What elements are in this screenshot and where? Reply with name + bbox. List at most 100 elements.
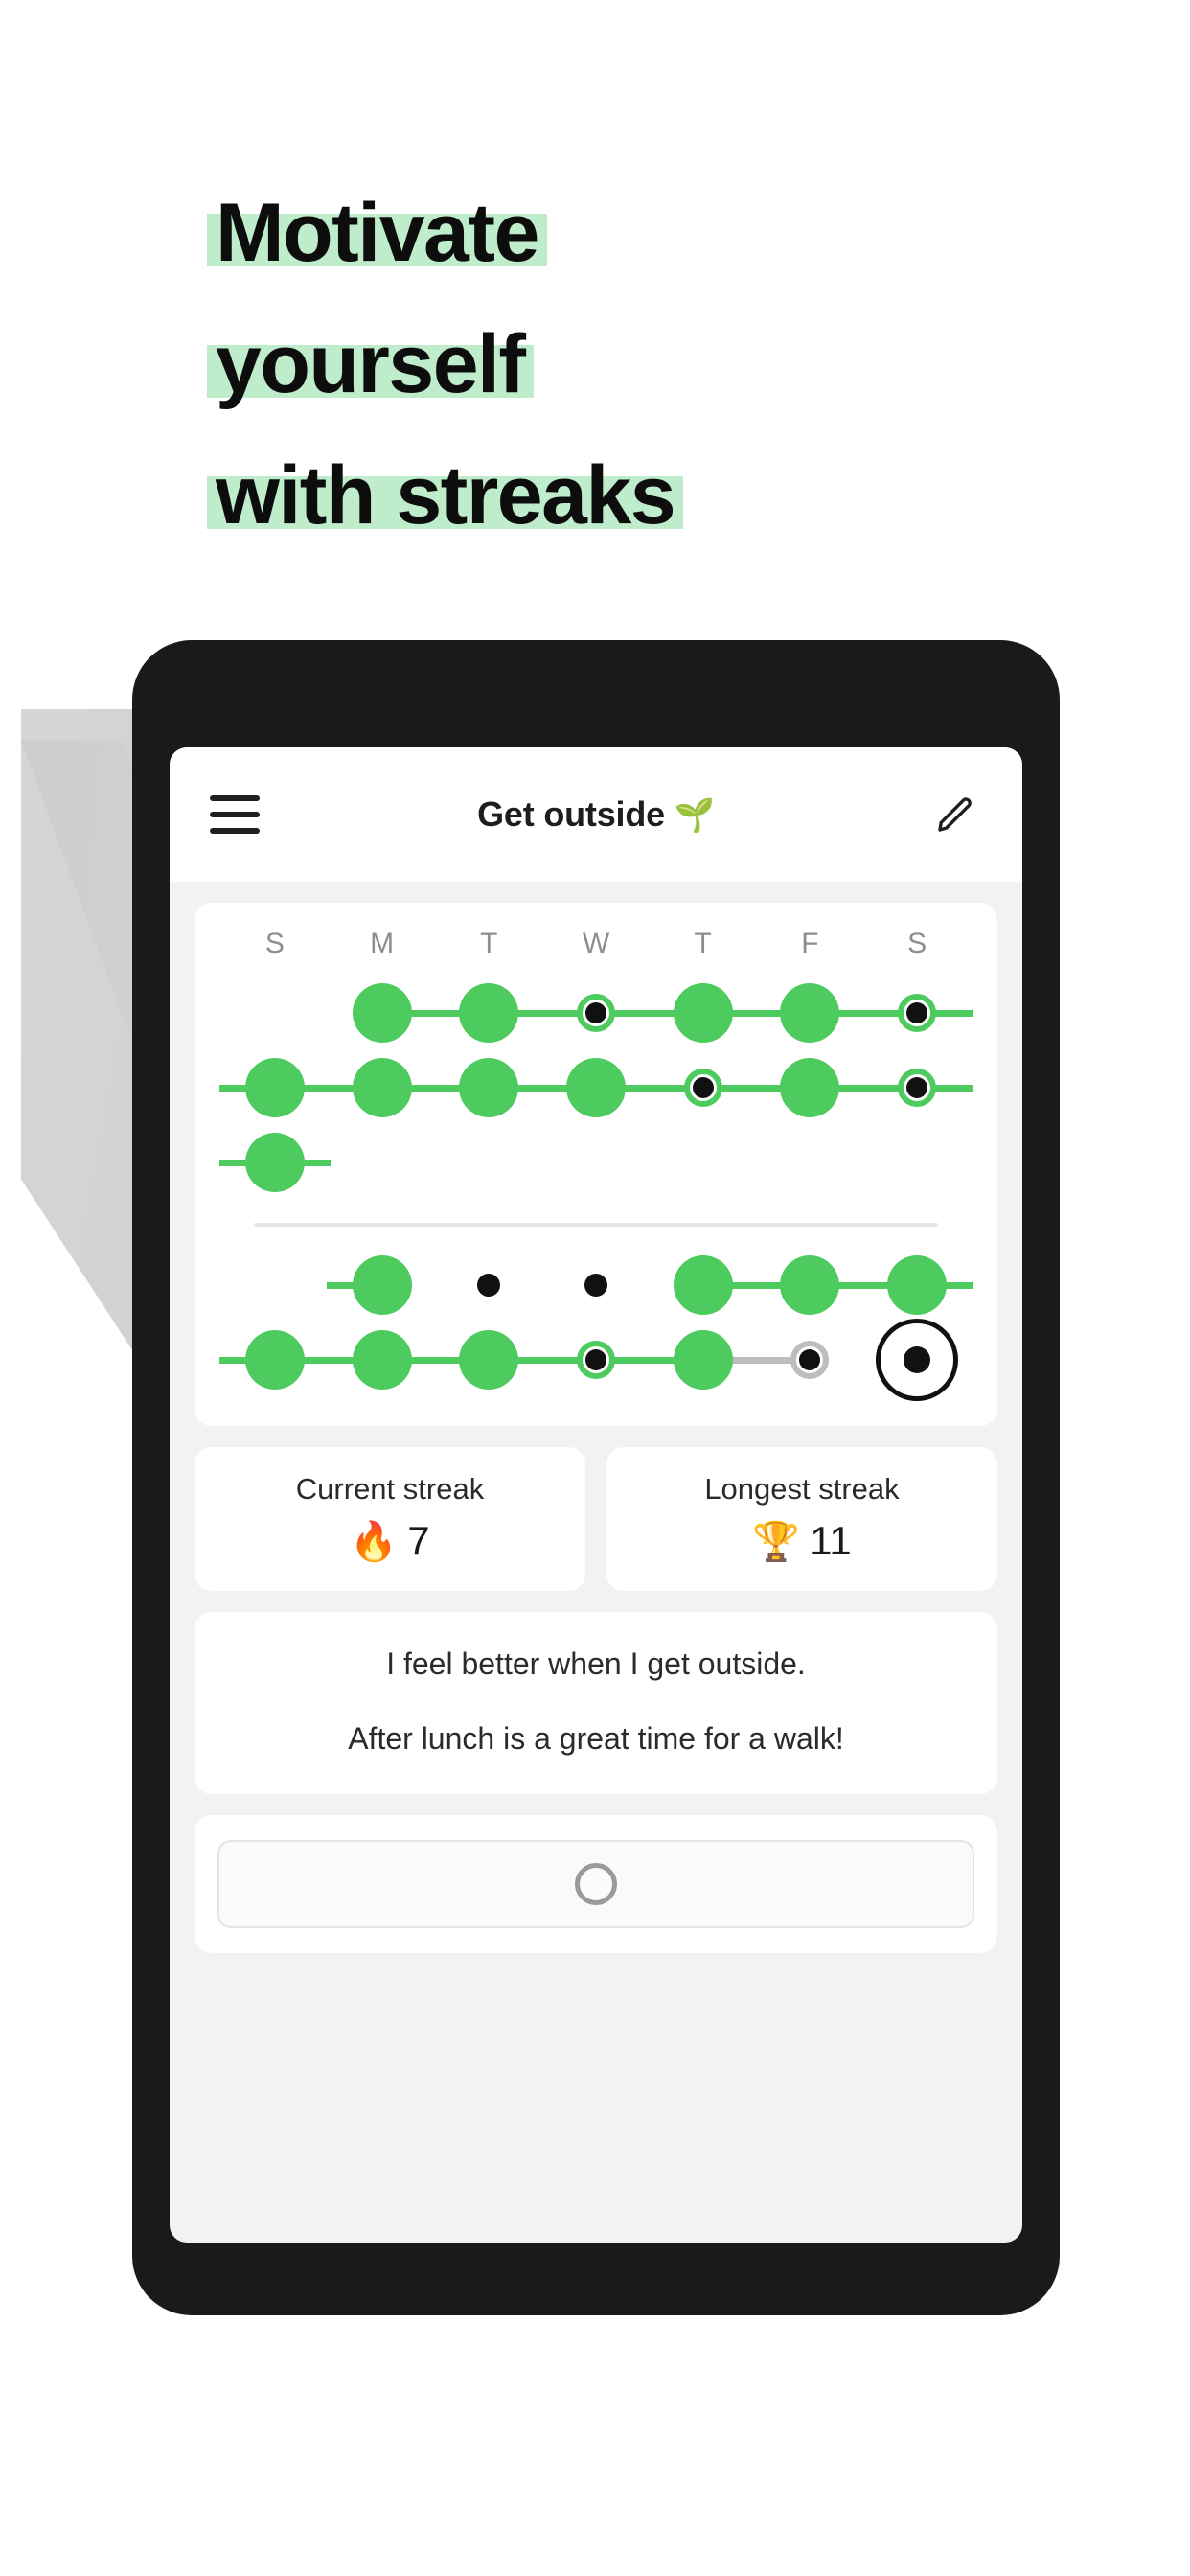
habit-day-cell[interactable] <box>542 1248 650 1322</box>
day-completed-dot[interactable] <box>780 1058 840 1117</box>
current-streak-label: Current streak <box>295 1472 485 1506</box>
habit-week-row <box>219 1125 971 1200</box>
habit-rows-bottom <box>219 1248 973 1401</box>
habit-day-cell[interactable] <box>754 976 866 1050</box>
seedling-icon: 🌱 <box>674 797 715 834</box>
trophy-icon: 🏆 <box>752 1520 801 1563</box>
day-missed-dot[interactable] <box>790 1341 830 1379</box>
notes-card: I feel better when I get outside. After … <box>195 1612 997 1794</box>
habit-day-cell[interactable] <box>647 1050 759 1125</box>
habit-day-cell[interactable] <box>861 1248 973 1322</box>
day-completed-dot[interactable] <box>459 1058 519 1117</box>
today-checkin-dot[interactable] <box>876 1319 959 1401</box>
phone-screen: Get outside 🌱 S M T W T F S Current stre… <box>170 748 1022 2242</box>
day-partial-dot[interactable] <box>898 994 937 1032</box>
habit-week-row <box>219 1050 973 1125</box>
day-unchecked-dot[interactable] <box>584 1274 607 1297</box>
habit-day-cell[interactable] <box>754 1050 866 1125</box>
longest-streak-card: Longest streak 🏆 11 <box>606 1447 997 1591</box>
headline-line-1: Motivate <box>207 168 1075 299</box>
pencil-edit-icon[interactable] <box>928 788 982 841</box>
habit-day-cell[interactable] <box>435 1248 542 1322</box>
day-partial-dot[interactable] <box>576 1341 615 1379</box>
weekday-header: S M T W T F S <box>221 928 971 960</box>
habit-day-cell[interactable] <box>326 1050 438 1125</box>
day-completed-dot[interactable] <box>673 983 733 1043</box>
app-bar: Get outside 🌱 <box>170 748 1022 882</box>
habit-day-cell <box>221 1248 329 1322</box>
habit-grid-card: S M T W T F S <box>195 903 997 1426</box>
longest-streak-value: 🏆 11 <box>606 1518 997 1564</box>
habit-day-cell[interactable] <box>433 976 545 1050</box>
habit-day-cell[interactable] <box>433 1050 545 1125</box>
day-partial-dot[interactable] <box>898 1069 937 1107</box>
current-streak-value: 🔥 7 <box>195 1518 585 1564</box>
weekday-label: T <box>694 928 712 959</box>
habit-day-cell[interactable] <box>754 1322 864 1397</box>
habit-day-cell[interactable] <box>329 976 438 1050</box>
habit-day-cell[interactable] <box>754 1248 866 1322</box>
day-completed-dot[interactable] <box>352 1255 412 1315</box>
marketing-headline: Motivate yourself with streaks <box>206 168 1075 562</box>
checkin-card <box>195 1815 997 1953</box>
fire-icon: 🔥 <box>350 1520 399 1563</box>
checkin-button[interactable] <box>217 1840 974 1928</box>
habit-day-cell[interactable] <box>219 1050 331 1125</box>
habit-day-cell <box>221 976 329 1050</box>
habit-day-cell[interactable] <box>861 976 973 1050</box>
habit-day-cell <box>435 1125 542 1200</box>
habit-day-cell[interactable] <box>861 1050 973 1125</box>
day-completed-dot[interactable] <box>244 1058 305 1117</box>
day-completed-dot[interactable] <box>459 1330 519 1390</box>
habit-day-cell[interactable] <box>647 1322 759 1397</box>
day-completed-dot[interactable] <box>352 1330 412 1390</box>
day-partial-dot[interactable] <box>576 994 615 1032</box>
weekday-label: M <box>370 928 395 959</box>
current-streak-card: Current streak 🔥 7 <box>195 1447 585 1591</box>
day-completed-dot[interactable] <box>887 1255 948 1315</box>
weekday-label: S <box>907 928 927 959</box>
day-completed-dot[interactable] <box>459 983 519 1043</box>
habit-day-cell[interactable] <box>647 976 759 1050</box>
grid-divider <box>254 1223 938 1227</box>
habit-day-cell <box>757 1125 864 1200</box>
habit-day-cell[interactable] <box>540 1322 652 1397</box>
habit-day-cell[interactable] <box>326 1248 436 1322</box>
longest-streak-number: 11 <box>810 1518 852 1563</box>
day-unchecked-dot[interactable] <box>477 1274 501 1297</box>
headline-line-3: with streaks <box>206 430 1075 562</box>
habit-day-cell <box>650 1125 757 1200</box>
day-completed-dot[interactable] <box>352 1058 412 1117</box>
habit-day-cell[interactable] <box>219 1322 331 1397</box>
note-line: After lunch is a great time for a walk! <box>348 1721 844 1756</box>
day-partial-dot[interactable] <box>683 1069 722 1107</box>
habit-day-cell <box>863 1125 971 1200</box>
day-completed-dot[interactable] <box>565 1058 626 1117</box>
streak-cards: Current streak 🔥 7 Longest streak 🏆 11 <box>195 1447 997 1591</box>
weekday-label: T <box>480 928 498 959</box>
day-completed-dot[interactable] <box>244 1330 305 1390</box>
habit-day-cell[interactable] <box>650 1248 759 1322</box>
day-completed-dot[interactable] <box>780 1255 840 1315</box>
habit-day-cell[interactable] <box>863 1319 971 1401</box>
day-completed-dot[interactable] <box>673 1255 733 1315</box>
habit-day-cell[interactable] <box>540 1050 652 1125</box>
weekday-label: W <box>582 928 610 959</box>
day-completed-dot[interactable] <box>780 983 840 1043</box>
day-completed-dot[interactable] <box>244 1133 305 1192</box>
headline-line-2: yourself <box>207 299 1075 430</box>
day-completed-dot[interactable] <box>673 1330 733 1390</box>
empty-circle-icon <box>575 1863 617 1905</box>
page-title: Get outside 🌱 <box>170 794 1022 835</box>
habit-day-cell[interactable] <box>326 1322 438 1397</box>
note-line: I feel better when I get outside. <box>386 1646 806 1681</box>
day-completed-dot[interactable] <box>352 983 412 1043</box>
habit-day-cell[interactable] <box>540 976 652 1050</box>
habit-day-cell[interactable] <box>433 1322 545 1397</box>
habit-day-cell <box>329 1125 436 1200</box>
habit-day-cell <box>542 1125 650 1200</box>
weekday-label: F <box>801 928 819 959</box>
habit-day-cell[interactable] <box>219 1125 331 1200</box>
app-content: S M T W T F S Current streak 🔥 7 Longest… <box>170 882 1022 1953</box>
hamburger-menu-icon[interactable] <box>210 795 260 834</box>
